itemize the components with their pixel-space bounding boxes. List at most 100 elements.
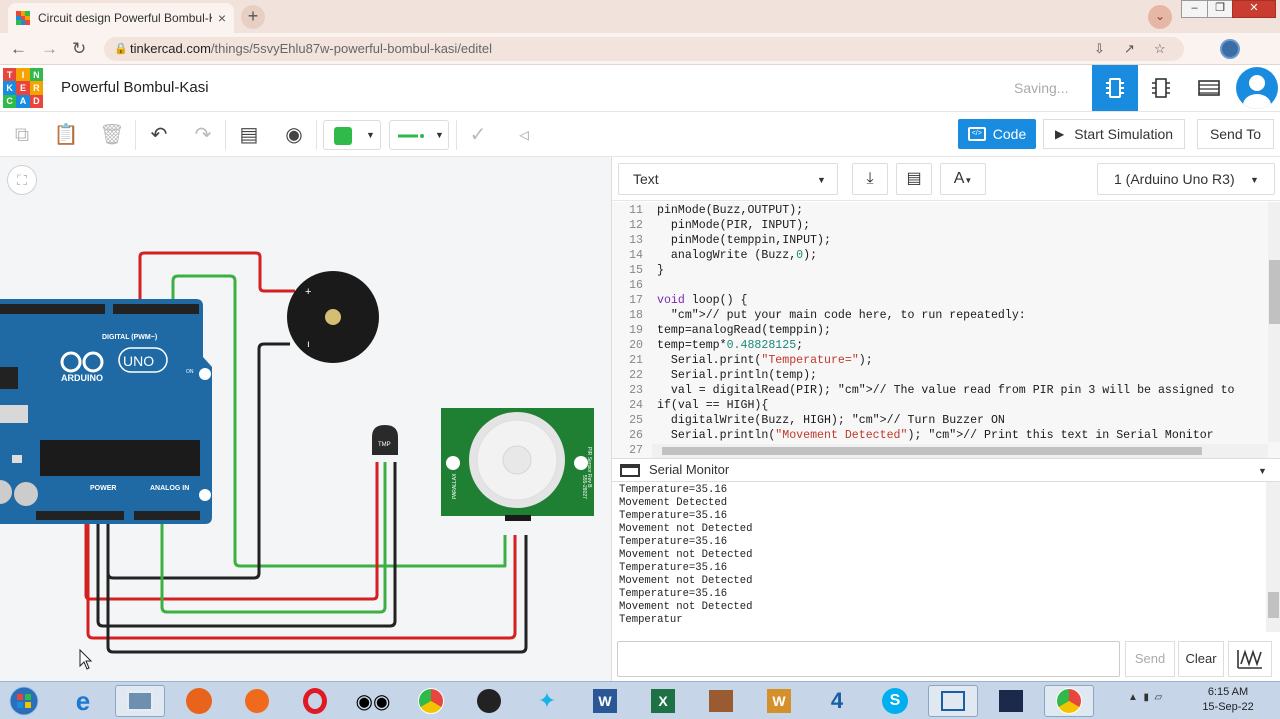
tab-close-icon[interactable]: ×	[218, 10, 226, 26]
browser-profile-avatar[interactable]	[1220, 39, 1240, 59]
wire-black	[106, 517, 528, 654]
new-tab-button[interactable]: +	[241, 5, 265, 29]
forward-icon[interactable]: →	[41, 39, 58, 59]
close-window-button[interactable]: ✕	[1232, 0, 1276, 18]
serial-monitor-icon	[620, 464, 640, 477]
logo-letter: K	[3, 81, 17, 95]
taskbar-binoculars-icon[interactable]: ◉◉	[348, 685, 398, 717]
save-status: Saving...	[1014, 80, 1069, 96]
arduino-brand: ARDUINO	[61, 373, 103, 383]
restore-button[interactable]: ❐	[1207, 0, 1233, 18]
install-icon[interactable]: ⇩	[1094, 37, 1105, 61]
bookmark-star-icon[interactable]: ☆	[1154, 37, 1166, 61]
system-tray[interactable]: ▲ ▮ ▱	[1128, 692, 1162, 703]
piezo-buzzer: + ı	[287, 271, 379, 363]
graph-icon	[1237, 649, 1262, 669]
taskbar-chrome-icon[interactable]	[406, 685, 456, 717]
circuit-canvas[interactable]: ⛶ ARDUINO UNO DIGITAL (PWM~) POWER ANALO…	[0, 157, 611, 681]
line-number: 24	[629, 399, 643, 412]
start-simulation-button[interactable]: ▶ Start Simulation	[1043, 119, 1185, 149]
taskbar-chrome-active-icon[interactable]	[1044, 685, 1094, 717]
taskbar-opera-icon[interactable]	[290, 685, 340, 717]
undo-icon[interactable]: ↶	[146, 122, 172, 148]
font-size-icon[interactable]: A▼	[940, 163, 986, 195]
taskbar-photo-icon[interactable]	[986, 685, 1036, 717]
serial-monitor-header[interactable]: Serial Monitor ▼	[612, 458, 1280, 482]
taskbar-library-icon[interactable]	[696, 685, 746, 717]
wire-style-icon	[398, 134, 424, 138]
code-editor[interactable]: 11 pinMode(Buzz,OUTPUT); 12 pinMode(PIR, I…	[612, 202, 1280, 458]
serial-output-line: Movement not Detected	[619, 523, 753, 535]
chevron-down-icon[interactable]: ▼	[1258, 460, 1267, 482]
rotate-icon[interactable]: ✓	[465, 122, 491, 148]
taskbar-firefox-icon[interactable]	[174, 685, 224, 717]
tab-search-button[interactable]: ⌄	[1148, 5, 1172, 29]
divider	[316, 120, 317, 150]
line-number: 23	[629, 384, 643, 397]
code-button[interactable]: </> Code	[958, 119, 1036, 149]
redo-icon[interactable]: ↷	[190, 122, 216, 148]
back-icon[interactable]: ←	[10, 39, 27, 59]
color-picker[interactable]: ▼	[323, 120, 381, 150]
schematic-view-button[interactable]	[1138, 65, 1184, 111]
serial-input[interactable]	[617, 641, 1120, 677]
taskbar-clock[interactable]: 6:15 AM 15-Sep-22	[1196, 685, 1260, 715]
list-icon	[1198, 80, 1220, 96]
minimize-button[interactable]: –	[1181, 0, 1208, 18]
notes-icon[interactable]: ▤	[236, 122, 262, 148]
taskbar-app-icon[interactable]	[232, 685, 282, 717]
browser-tab[interactable]: Circuit design Powerful Bombul-K ×	[8, 3, 234, 33]
editor-horizontal-scrollbar[interactable]	[652, 444, 1268, 458]
paste-icon[interactable]: 📋	[53, 122, 79, 148]
serial-output-line: Movement Detected	[619, 497, 728, 509]
serial-scrollbar[interactable]	[1266, 482, 1280, 632]
scroll-thumb[interactable]	[1269, 260, 1280, 324]
url-input[interactable]: 🔒 tinkercad.com/things/5svyEhlu87w-power…	[104, 37, 1184, 61]
svg-text:ı: ı	[307, 339, 310, 350]
tinkercad-logo[interactable]: T I N K E R C A D	[3, 68, 43, 108]
editor-vertical-scrollbar[interactable]	[1268, 202, 1280, 442]
flip-icon[interactable]: ◃	[511, 122, 537, 148]
serial-graph-button[interactable]	[1228, 641, 1272, 677]
share-icon[interactable]: ↗	[1124, 37, 1135, 61]
download-icon[interactable]: ⤓	[852, 163, 888, 195]
pir-brand: PARALLAX	[452, 473, 458, 499]
divider	[225, 120, 226, 150]
logo-letter: T	[3, 68, 17, 82]
taskbar-app-icon[interactable]: 4	[812, 685, 862, 717]
code-mode-select[interactable]: Text ▼	[618, 163, 838, 195]
project-title[interactable]: Powerful Bombul-Kasi	[61, 79, 209, 96]
taskbar-ie-icon[interactable]: e	[58, 685, 108, 717]
start-button[interactable]	[0, 685, 48, 717]
taskbar-media-icon[interactable]	[464, 685, 514, 717]
taskbar-skype-icon[interactable]: S	[870, 685, 920, 717]
taskbar-explorer-icon[interactable]	[115, 685, 165, 717]
send-to-button[interactable]: Send To	[1197, 119, 1274, 149]
address-bar-row: ← → ↻ 🔒 tinkercad.com/things/5svyEhlu87w…	[0, 33, 1280, 90]
taskbar-word-icon[interactable]: W	[580, 685, 630, 717]
toggle-notes-icon[interactable]: ◉	[281, 122, 307, 148]
reload-icon[interactable]: ↻	[72, 39, 86, 59]
delete-icon[interactable]: 🗑	[99, 122, 125, 148]
clock-time: 6:15 AM	[1207, 686, 1249, 698]
serial-clear-button[interactable]: Clear	[1178, 641, 1224, 677]
scroll-thumb[interactable]	[1268, 592, 1279, 618]
code-text: analogWrite (Buzz,0);	[657, 249, 818, 262]
windows-taskbar: e ◉◉ ✦ W X W 4 S ▲ ▮ ▱ 6:15 AM 15-Sep-22	[0, 681, 1280, 719]
wire-type-picker[interactable]: ▼	[389, 120, 449, 150]
taskbar-screenshot-icon[interactable]	[928, 685, 978, 717]
taskbar-wps-icon[interactable]: W	[754, 685, 804, 717]
serial-output-line: Movement not Detected	[619, 575, 753, 587]
serial-send-button[interactable]: Send	[1125, 641, 1175, 677]
scroll-thumb[interactable]	[662, 447, 1202, 455]
copy-icon[interactable]: ⧉	[9, 122, 35, 148]
user-avatar[interactable]	[1236, 67, 1278, 109]
line-number: 26	[629, 429, 643, 442]
taskbar-excel-icon[interactable]: X	[638, 685, 688, 717]
component-list-button[interactable]	[1186, 65, 1232, 111]
taskbar-kodi-icon[interactable]: ✦	[522, 685, 572, 717]
logo-letter: A	[16, 94, 30, 108]
library-icon[interactable]: ▤	[896, 163, 932, 195]
device-select[interactable]: 1 (Arduino Uno R3) ▼	[1097, 163, 1275, 195]
circuit-view-button[interactable]	[1092, 65, 1138, 111]
